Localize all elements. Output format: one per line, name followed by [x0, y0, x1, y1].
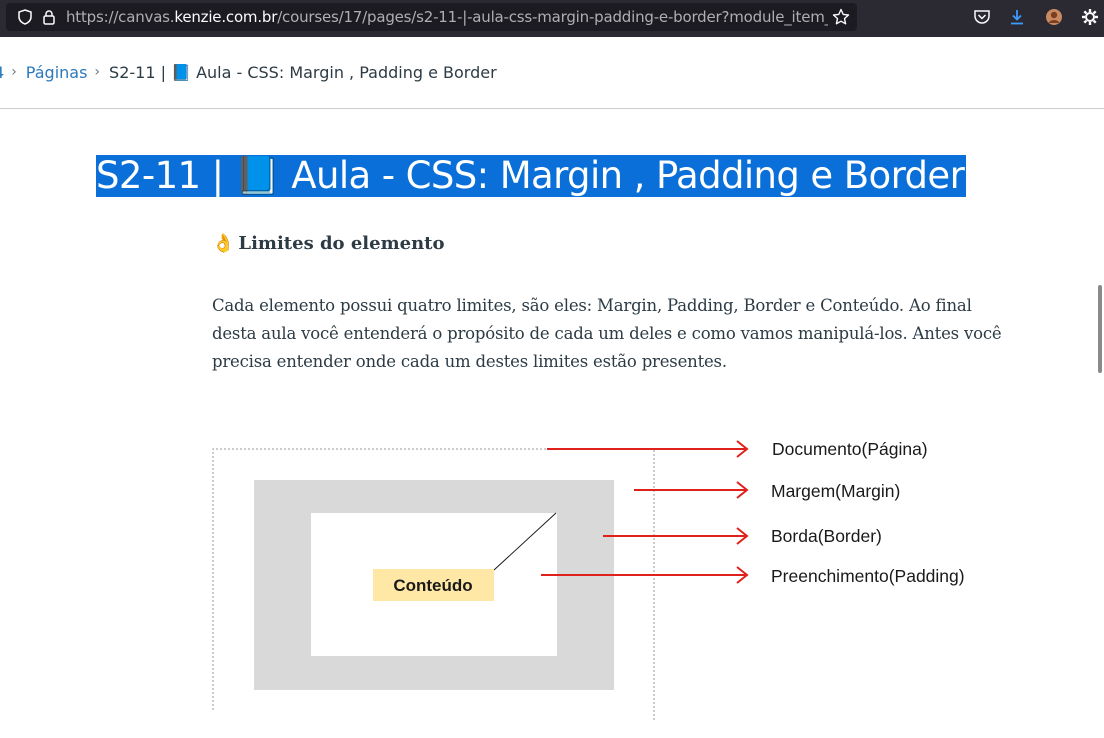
label-documento: Documento(Página)	[772, 439, 928, 459]
content-label: Conteúdo	[393, 576, 472, 595]
label-preenchimento: Preenchimento(Padding)	[771, 566, 965, 586]
box-model-diagram: Conteúdo Documento(Página) Margem(Margin…	[212, 439, 965, 720]
label-borda: Borda(Border)	[771, 526, 882, 546]
label-margem: Margem(Margin)	[771, 481, 900, 501]
scrollbar-thumb[interactable]	[1098, 285, 1102, 373]
